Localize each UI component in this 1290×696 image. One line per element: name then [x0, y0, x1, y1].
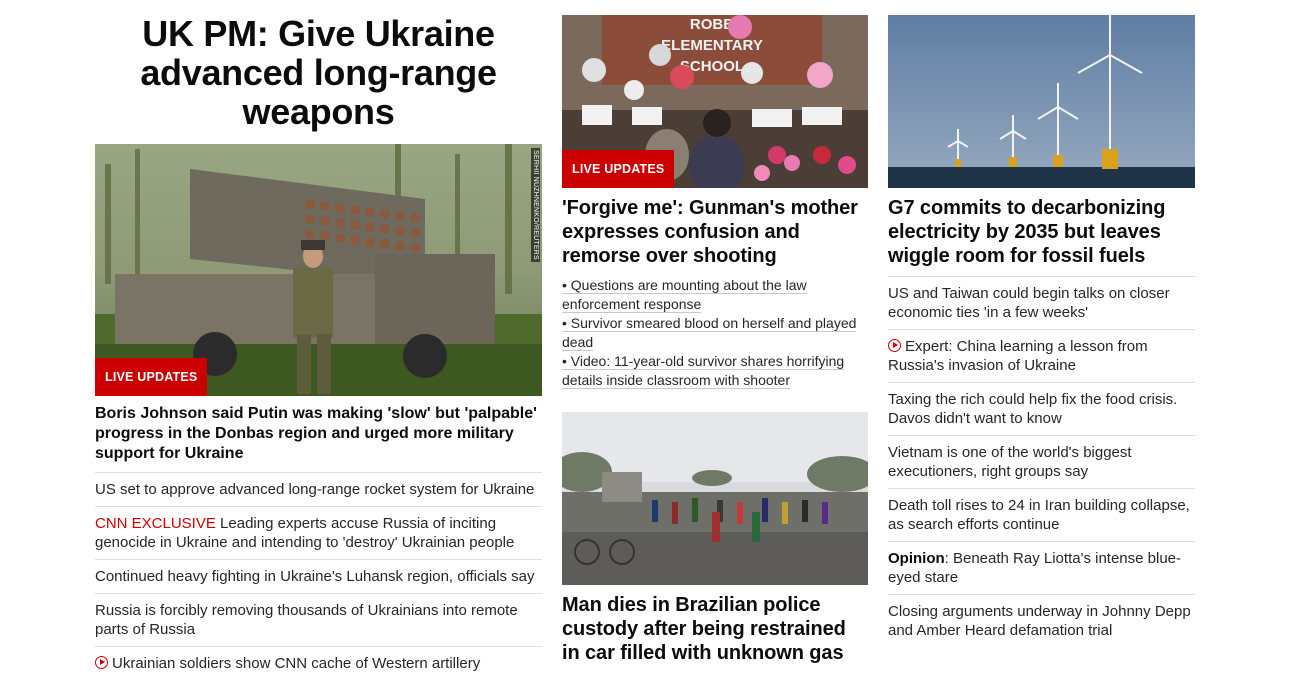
live-updates-badge[interactable]: LIVE UPDATES	[562, 150, 675, 188]
main-story-lead[interactable]: Boris Johnson said Putin was making 'slo…	[95, 404, 542, 464]
list-item[interactable]: Closing arguments underway in Johnny Dep…	[888, 594, 1195, 647]
list-item-text[interactable]: Death toll rises to 24 in Iran building …	[888, 497, 1190, 533]
list-item[interactable]: Taxing the rich could help fix the food …	[888, 382, 1195, 435]
bullet-item[interactable]: • Video: 11-year-old survivor shares hor…	[562, 352, 868, 390]
crowd-road-photo	[562, 412, 868, 585]
story-bullets: • Questions are mounting about the law e…	[562, 276, 868, 390]
bullet-text[interactable]: • Questions are mounting about the law e…	[562, 277, 807, 313]
main-story-related-list: US set to approve advanced long-range ro…	[95, 472, 542, 680]
list-item[interactable]: CNN EXCLUSIVE Leading experts accuse Rus…	[95, 506, 542, 559]
uvalde-memorial-image[interactable]: ROBB ELEMENTARY SCHOOL LIVE UPDATES	[562, 15, 868, 188]
list-item-text[interactable]: Expert: China learning a lesson from Rus…	[888, 338, 1148, 374]
bullet-item[interactable]: • Questions are mounting about the law e…	[562, 276, 868, 314]
wind-turbines-image[interactable]	[888, 15, 1195, 188]
list-item[interactable]: Ukrainian soldiers show CNN cache of Wes…	[95, 646, 542, 680]
wind-turbines-photo	[888, 15, 1195, 188]
play-icon	[888, 339, 901, 352]
sign-letters: ROBB	[690, 16, 734, 33]
list-item-text[interactable]: Closing arguments underway in Johnny Dep…	[888, 603, 1191, 639]
main-story-column: UK PM: Give Ukraine advanced long-range …	[95, 0, 542, 680]
list-item-text[interactable]: Russia is forcibly removing thousands of…	[95, 602, 518, 638]
story-headline[interactable]: 'Forgive me': Gunman's mother expresses …	[562, 196, 868, 268]
list-item[interactable]: Opinion: Beneath Ray Liotta's intense bl…	[888, 541, 1195, 594]
brazil-story-image[interactable]	[562, 412, 868, 585]
list-item-text[interactable]: Ukrainian soldiers show CNN cache of Wes…	[112, 655, 480, 672]
list-item[interactable]: Russia is forcibly removing thousands of…	[95, 593, 542, 646]
live-updates-badge[interactable]: LIVE UPDATES	[95, 358, 208, 396]
main-story-image[interactable]: SERHII NUZHNENKO/REUTERS LIVE UPDATES	[95, 144, 542, 396]
list-item[interactable]: Continued heavy fighting in Ukraine's Lu…	[95, 559, 542, 593]
list-item[interactable]: US and Taiwan could begin talks on close…	[888, 276, 1195, 329]
bullet-text[interactable]: • Survivor smeared blood on herself and …	[562, 315, 857, 351]
story-headline[interactable]: Man dies in Brazilian police custody aft…	[562, 593, 868, 665]
svg-text:ELEMENTARY: ELEMENTARY	[661, 37, 763, 54]
story-headline[interactable]: G7 commits to decarbonizing electricity …	[888, 196, 1195, 268]
list-item[interactable]: US set to approve advanced long-range ro…	[95, 472, 542, 506]
list-item-text[interactable]: Taxing the rich could help fix the food …	[888, 391, 1177, 427]
main-headline[interactable]: UK PM: Give Ukraine advanced long-range …	[95, 14, 542, 131]
list-item-text[interactable]: US and Taiwan could begin talks on close…	[888, 285, 1170, 321]
list-item-text[interactable]: Vietnam is one of the world's biggest ex…	[888, 444, 1132, 480]
play-icon	[95, 656, 108, 669]
third-column: G7 commits to decarbonizing electricity …	[888, 0, 1195, 647]
second-column: ROBB ELEMENTARY SCHOOL LIVE UPDATES 'For…	[562, 0, 868, 665]
opinion-label: Opinion	[888, 550, 945, 567]
headline-list: US and Taiwan could begin talks on close…	[888, 276, 1195, 647]
list-item-text[interactable]: Continued heavy fighting in Ukraine's Lu…	[95, 568, 535, 585]
image-credit: SERHII NUZHNENKO/REUTERS	[531, 148, 540, 262]
list-item[interactable]: Expert: China learning a lesson from Rus…	[888, 329, 1195, 382]
bullet-text[interactable]: • Video: 11-year-old survivor shares hor…	[562, 353, 845, 389]
list-item-text[interactable]: US set to approve advanced long-range ro…	[95, 481, 534, 498]
list-item[interactable]: Death toll rises to 24 in Iran building …	[888, 488, 1195, 541]
bullet-item[interactable]: • Survivor smeared blood on herself and …	[562, 314, 868, 352]
list-item[interactable]: Vietnam is one of the world's biggest ex…	[888, 435, 1195, 488]
cnn-exclusive-label: CNN EXCLUSIVE	[95, 515, 216, 532]
